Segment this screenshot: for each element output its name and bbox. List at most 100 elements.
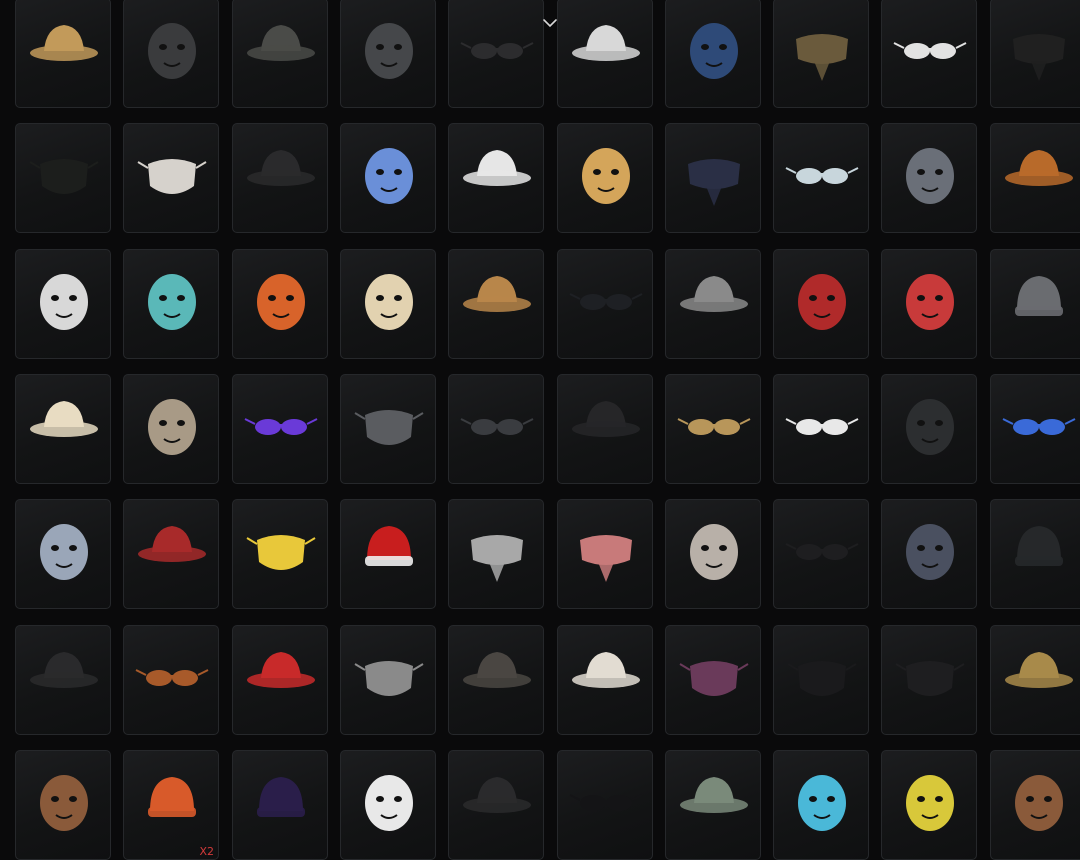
black-leather-cap-icon xyxy=(572,401,640,437)
inventory-slot[interactable] xyxy=(123,0,219,108)
inventory-slot[interactable] xyxy=(773,750,869,860)
santa-hat-icon xyxy=(365,526,413,566)
inventory-slot[interactable] xyxy=(773,499,869,609)
chevron-down-icon[interactable] xyxy=(542,15,558,31)
black-flat-cap-icon xyxy=(247,150,315,186)
inventory-slot[interactable] xyxy=(340,123,436,233)
inventory-slot[interactable] xyxy=(881,249,977,359)
inventory-slot[interactable] xyxy=(448,374,544,484)
inventory-slot[interactable] xyxy=(557,625,653,735)
inventory-slot[interactable] xyxy=(123,499,219,609)
inventory-slot[interactable] xyxy=(990,499,1080,609)
bucket-hat-icon xyxy=(1005,652,1073,688)
inventory-slot[interactable] xyxy=(557,0,653,108)
astronaut-helmet-icon xyxy=(582,148,630,204)
inventory-slot[interactable] xyxy=(557,750,653,860)
inventory-slot[interactable] xyxy=(340,750,436,860)
inventory-slot[interactable] xyxy=(881,0,977,108)
inventory-slot[interactable] xyxy=(340,249,436,359)
mannequin-head-icon xyxy=(690,524,738,580)
inventory-slot[interactable] xyxy=(15,374,111,484)
half-mask-respirator-icon xyxy=(679,661,749,696)
shutter-shades-icon xyxy=(785,418,859,435)
black-bandana-icon xyxy=(1013,34,1065,81)
printed-face-mask-icon xyxy=(787,661,857,696)
inventory-slot[interactable] xyxy=(773,625,869,735)
inventory-slot[interactable] xyxy=(15,0,111,108)
inventory-slot[interactable] xyxy=(232,374,328,484)
inventory-slot[interactable] xyxy=(773,249,869,359)
inventory-slot[interactable] xyxy=(448,249,544,359)
inventory-slot[interactable] xyxy=(340,374,436,484)
inventory-slot[interactable] xyxy=(232,750,328,860)
inventory-slot[interactable] xyxy=(773,123,869,233)
inventory-slot[interactable] xyxy=(340,0,436,108)
inventory-slot[interactable] xyxy=(665,499,761,609)
inventory-slot[interactable] xyxy=(123,123,219,233)
inventory-slot[interactable] xyxy=(232,123,328,233)
green-baseball-cap-icon xyxy=(680,777,748,813)
inventory-slot[interactable] xyxy=(448,625,544,735)
inventory-slot[interactable] xyxy=(773,374,869,484)
inventory-slot[interactable] xyxy=(665,123,761,233)
inventory-slot[interactable] xyxy=(881,374,977,484)
purple-beanie-icon xyxy=(257,777,305,817)
spiked-mask-icon xyxy=(906,524,954,580)
officer-cap-icon xyxy=(463,150,531,186)
inventory-slot[interactable] xyxy=(123,374,219,484)
inventory-slot[interactable] xyxy=(665,625,761,735)
inventory-slot[interactable] xyxy=(990,249,1080,359)
inventory-slot[interactable] xyxy=(665,249,761,359)
inventory-slot[interactable] xyxy=(15,499,111,609)
inventory-slot[interactable]: X2 xyxy=(123,750,219,860)
aviator-cap-icon xyxy=(463,276,531,312)
inventory-slot[interactable] xyxy=(232,0,328,108)
inventory-slot[interactable] xyxy=(990,0,1080,108)
navy-headband-icon xyxy=(688,159,740,206)
leather-peaked-cap-icon xyxy=(30,652,98,688)
inventory-slot[interactable] xyxy=(448,0,544,108)
inventory-slot[interactable] xyxy=(665,750,761,860)
inventory-slot[interactable] xyxy=(448,750,544,860)
pith-helmet-icon xyxy=(365,274,413,330)
inventory-slot[interactable] xyxy=(232,625,328,735)
inventory-slot[interactable] xyxy=(990,123,1080,233)
inventory-slot[interactable] xyxy=(340,625,436,735)
inventory-slot[interactable] xyxy=(232,499,328,609)
purple-round-glasses-icon xyxy=(244,418,318,435)
black-face-mask-2-icon xyxy=(895,661,965,696)
orange-frame-glasses-icon xyxy=(135,669,209,686)
inventory-slot[interactable] xyxy=(15,625,111,735)
quilted-flat-cap-icon xyxy=(247,25,315,61)
inventory-slot[interactable] xyxy=(990,625,1080,735)
inventory-slot[interactable] xyxy=(557,374,653,484)
inventory-slot[interactable] xyxy=(557,123,653,233)
inventory-slot[interactable] xyxy=(557,249,653,359)
black-face-mask-icon xyxy=(29,159,99,194)
wrap-sunglasses-icon xyxy=(785,543,859,560)
inventory-slot[interactable] xyxy=(15,123,111,233)
inventory-slot[interactable] xyxy=(665,374,761,484)
inventory-slot[interactable] xyxy=(15,249,111,359)
grey-beanie-icon xyxy=(1015,276,1063,316)
inventory-slot[interactable] xyxy=(15,750,111,860)
inventory-slot[interactable] xyxy=(881,625,977,735)
inventory-slot[interactable] xyxy=(881,499,977,609)
shower-cap-icon xyxy=(572,652,640,688)
inventory-slot[interactable] xyxy=(557,499,653,609)
inventory-slot[interactable] xyxy=(881,750,977,860)
dinosaur-head-icon xyxy=(906,148,954,204)
inventory-slot[interactable] xyxy=(881,123,977,233)
inventory-slot[interactable] xyxy=(448,499,544,609)
inventory-slot[interactable] xyxy=(123,249,219,359)
inventory-slot[interactable] xyxy=(773,0,869,108)
inventory-slot[interactable] xyxy=(448,123,544,233)
inventory-slot[interactable] xyxy=(123,625,219,735)
husky-mask-icon xyxy=(40,524,88,580)
inventory-slot[interactable] xyxy=(990,750,1080,860)
orange-bill-cap-icon xyxy=(463,777,531,813)
inventory-slot[interactable] xyxy=(990,374,1080,484)
inventory-slot[interactable] xyxy=(665,0,761,108)
inventory-slot[interactable] xyxy=(340,499,436,609)
inventory-slot[interactable] xyxy=(232,249,328,359)
